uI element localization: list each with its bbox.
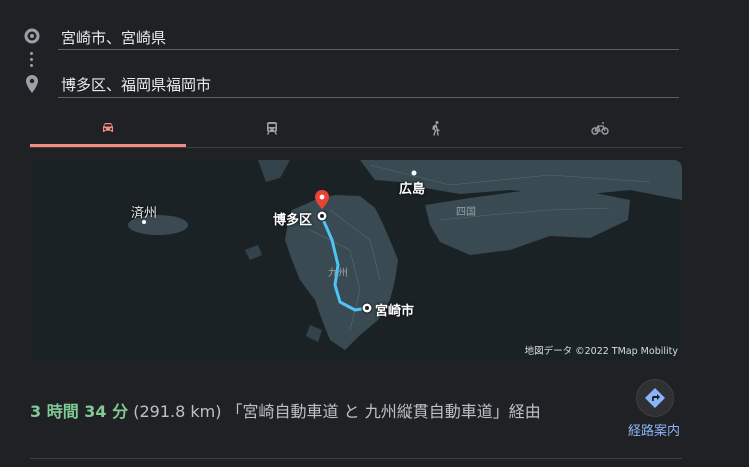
map-credit: 地図データ ©2022 TMap Mobility bbox=[524, 346, 678, 357]
map-label-hakata: 博多区 bbox=[273, 213, 313, 228]
route-via: 「宮崎自動車道 と 九州縦貫自動車道」経由 bbox=[226, 402, 541, 421]
map-label-shikoku: 四国 bbox=[456, 207, 476, 218]
walk-icon bbox=[432, 121, 440, 136]
travel-time: 3 時間 34 分 bbox=[30, 402, 129, 421]
bicycle-icon bbox=[591, 122, 609, 135]
travel-mode-tabs bbox=[30, 112, 682, 150]
directions-button[interactable] bbox=[636, 379, 674, 417]
tab-transit[interactable] bbox=[194, 112, 350, 148]
map-canvas bbox=[30, 160, 682, 360]
destination-underline bbox=[58, 97, 679, 98]
destination-field[interactable]: 博多区、福岡県福岡市 bbox=[0, 64, 749, 108]
origin-text[interactable]: 宮崎市、宮崎県 bbox=[61, 27, 166, 48]
map-label-hiroshima: 広島 bbox=[399, 182, 426, 197]
travel-distance: (291.8 km) bbox=[133, 402, 222, 421]
hiroshima-dot bbox=[411, 170, 417, 176]
map-label-jeju: 済州 bbox=[131, 206, 158, 221]
map-label-kyushu: 九州 bbox=[328, 268, 348, 279]
origin-field[interactable]: 宮崎市、宮崎県 bbox=[0, 18, 749, 62]
map-label-miyazaki: 宮崎市 bbox=[375, 304, 415, 319]
origin-circle-icon bbox=[24, 28, 40, 44]
bottom-divider bbox=[30, 458, 682, 459]
car-icon bbox=[103, 123, 113, 132]
route-summary[interactable]: 3 時間 34 分 (291.8 km) 「宮崎自動車道 と 九州縦貫自動車道」… bbox=[30, 398, 541, 422]
tab-bicycle[interactable] bbox=[522, 112, 678, 148]
train-icon bbox=[266, 122, 278, 135]
origin-underline bbox=[58, 49, 679, 50]
directions-label[interactable]: 経路案内 bbox=[614, 420, 694, 439]
tab-walk[interactable] bbox=[358, 112, 514, 148]
tabs-divider bbox=[30, 147, 682, 148]
destination-text[interactable]: 博多区、福岡県福岡市 bbox=[61, 74, 211, 95]
route-map[interactable]: 済州 広島 博多区 四国 九州 宮崎市 地図データ ©2022 TMap Mob… bbox=[30, 160, 682, 360]
tab-car[interactable] bbox=[30, 112, 186, 148]
directions-icon bbox=[645, 388, 665, 408]
destination-pin-icon bbox=[26, 75, 38, 93]
